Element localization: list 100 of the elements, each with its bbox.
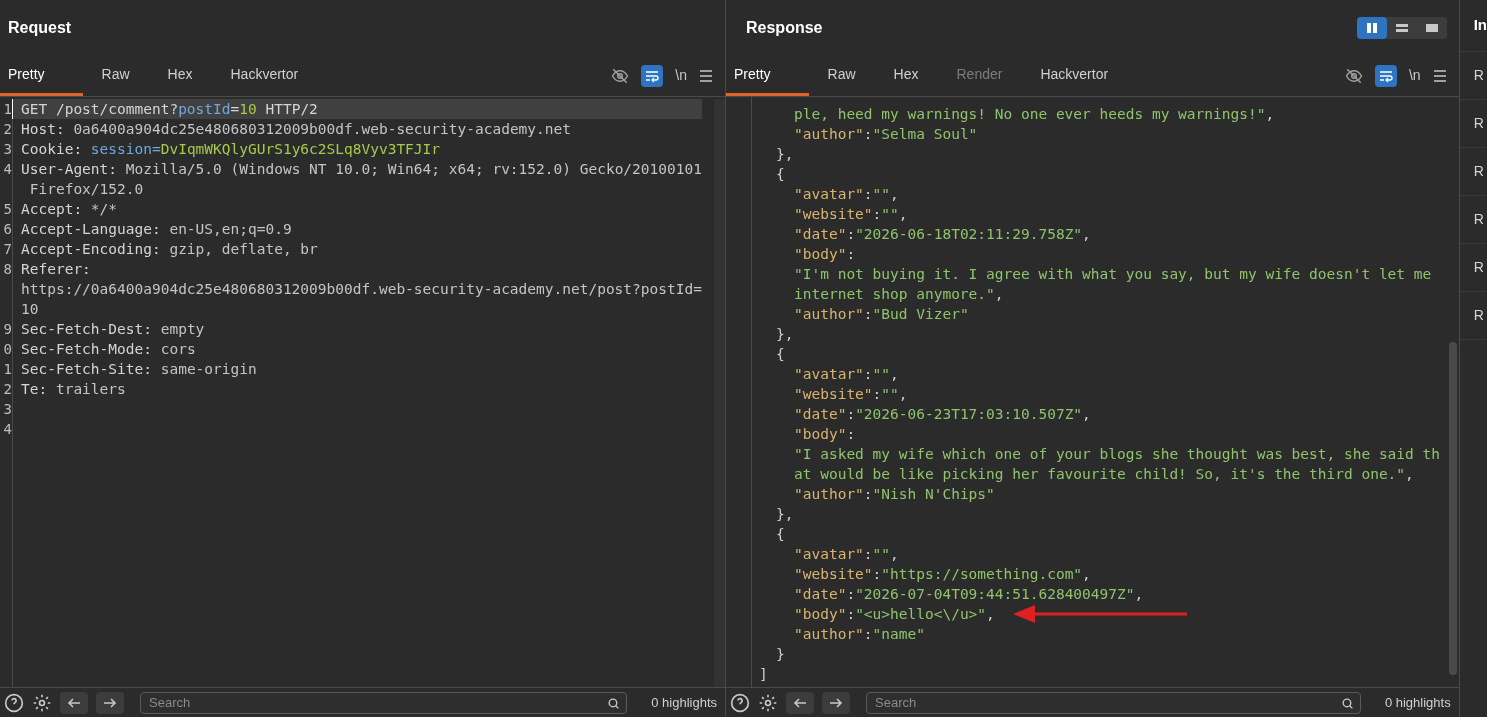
code-line: "website":"", xyxy=(794,385,908,404)
side-item[interactable]: R xyxy=(1459,196,1487,244)
tab[interactable]: Hackvertor xyxy=(1021,55,1128,96)
code-line: { xyxy=(776,345,785,364)
code-line: "author":"Selma Soul" xyxy=(794,125,978,144)
newline-toggle[interactable]: \n xyxy=(675,65,687,86)
code-line: }, xyxy=(776,505,794,524)
code-line: "avatar":"", xyxy=(794,365,899,384)
line-number: 4 xyxy=(2,420,12,439)
code-line: "avatar":"", xyxy=(794,545,899,564)
side-item[interactable]: R xyxy=(1459,292,1487,340)
line-number: 2 xyxy=(2,120,12,139)
code-line: Firefox/152.0 xyxy=(12,179,702,199)
line-number: 6 xyxy=(2,220,12,239)
tab[interactable]: Hackvertor xyxy=(211,55,318,96)
code-line: Sec-Fetch-Dest: empty xyxy=(12,319,702,339)
panel-title: In xyxy=(1473,15,1487,36)
eye-off-icon[interactable] xyxy=(1344,66,1363,85)
side-item[interactable]: R xyxy=(1459,52,1487,100)
search-field[interactable]: Search xyxy=(140,691,628,714)
panel-title: Request xyxy=(8,17,72,38)
forward-button[interactable] xyxy=(96,691,124,714)
line-number: 2 xyxy=(2,380,12,399)
scrollbar-track[interactable] xyxy=(713,99,725,687)
rows-icon xyxy=(1394,21,1409,34)
line-number: 3 xyxy=(2,140,12,159)
arrow-right-icon xyxy=(829,695,843,710)
tab[interactable]: Pretty xyxy=(0,55,83,96)
newline-toggle[interactable]: \n xyxy=(1408,65,1421,86)
code-line: }, xyxy=(776,325,794,344)
code-line: ple, heed my warnings! No one ever heeds my warnings!", xyxy=(794,105,1275,124)
code-line: "date":"2026-06-23T17:03:10.507Z", xyxy=(794,405,1091,424)
side-item[interactable]: R xyxy=(1459,244,1487,292)
highlights-count: 0 highlights xyxy=(651,693,717,712)
code-line: "I asked my wife which one of your blogs she thought was best, she said th xyxy=(794,445,1440,464)
line-number: 8 xyxy=(2,260,12,279)
code-line: "website":"https://something.com", xyxy=(794,565,1091,584)
line-number: 4 xyxy=(2,160,12,179)
columns-icon xyxy=(1364,21,1379,34)
code-line: "body": xyxy=(794,245,856,264)
arrow-right-icon xyxy=(103,695,117,710)
line-number: 7 xyxy=(2,240,12,259)
code-line: ] xyxy=(759,665,768,684)
code-line: "date":"2026-06-18T02:11:29.758Z", xyxy=(794,225,1091,244)
code-line: "author":"Nish N'Chips" xyxy=(794,485,995,504)
code-line: Host: 0a6400a904dc25e480680312009b00df.web-security-academy.net xyxy=(12,119,702,139)
code-line: 10 xyxy=(12,299,702,319)
code-line: "author":"name" xyxy=(794,625,925,644)
tab[interactable]: Hex xyxy=(874,55,938,96)
menu-icon[interactable] xyxy=(1432,68,1447,83)
code-line: "website":"", xyxy=(794,205,908,224)
code-line: "body":"<u>hello<\/u>", xyxy=(794,605,995,624)
line-number: 0 xyxy=(2,340,12,359)
scrollbar-thumb[interactable] xyxy=(1448,342,1457,675)
eye-off-icon[interactable] xyxy=(611,66,630,85)
settings-icon[interactable] xyxy=(758,692,778,713)
code-line: at would be like picking her favourite child! So, it's the third one.", xyxy=(794,465,1414,484)
search-icon xyxy=(607,696,621,710)
layout-button[interactable] xyxy=(1356,16,1387,39)
code-line: { xyxy=(776,525,785,544)
code-line: { xyxy=(776,165,785,184)
tab[interactable]: Raw xyxy=(808,55,875,96)
line-number: 1 xyxy=(2,360,12,379)
back-button[interactable] xyxy=(60,691,88,714)
arrow-left-icon xyxy=(793,695,807,710)
code-line: "avatar":"", xyxy=(794,185,899,204)
tab[interactable]: Hex xyxy=(148,55,212,96)
side-item[interactable]: R xyxy=(1459,148,1487,196)
help-icon[interactable] xyxy=(4,692,24,713)
code-line: }, xyxy=(776,145,794,164)
search-icon xyxy=(1340,696,1354,710)
code-line: Te: trailers xyxy=(12,379,702,399)
side-item[interactable]: R xyxy=(1459,100,1487,148)
code-line: "author":"Bud Vizer" xyxy=(794,305,969,324)
help-icon[interactable] xyxy=(730,692,750,713)
wrap-toggle[interactable] xyxy=(641,64,664,87)
line-number: 5 xyxy=(2,200,12,219)
tab[interactable]: Pretty xyxy=(726,55,809,96)
tab[interactable]: Raw xyxy=(82,55,149,96)
code-line: User-Agent: Mozilla/5.0 (Windows NT 10.0; Win64; x64; rv:152.0) Gecko/20100101 xyxy=(12,159,702,179)
line-number: 1 xyxy=(2,100,12,119)
search-field[interactable]: Search xyxy=(866,691,1361,714)
code-line: } xyxy=(776,645,785,664)
line-number: 9 xyxy=(2,320,12,339)
code-line: Sec-Fetch-Mode: cors xyxy=(12,339,702,359)
back-button[interactable] xyxy=(786,691,814,714)
code-line: "date":"2026-07-04T09:44:51.628400497Z", xyxy=(794,585,1144,604)
menu-icon[interactable] xyxy=(699,68,713,83)
code-line: https://0a6400a904dc25e480680312009b00df.web-security-academy.net/post?postId= xyxy=(12,279,702,299)
code-line: Referer: xyxy=(12,259,702,279)
panel-title: Response xyxy=(746,17,823,38)
settings-icon[interactable] xyxy=(32,692,52,713)
wrap-toggle[interactable] xyxy=(1374,64,1397,87)
code-line: internet shop anymore.", xyxy=(794,285,1004,304)
code-line: Accept: */* xyxy=(12,199,702,219)
line-number: 3 xyxy=(2,400,12,419)
highlights-count: 0 highlights xyxy=(1384,693,1451,712)
forward-button[interactable] xyxy=(822,691,850,714)
code-line: Accept-Encoding: gzip, deflate, br xyxy=(12,239,702,259)
code-line: "I'm not buying it. I agree with what you say, but my wife doesn't let me xyxy=(794,265,1432,284)
